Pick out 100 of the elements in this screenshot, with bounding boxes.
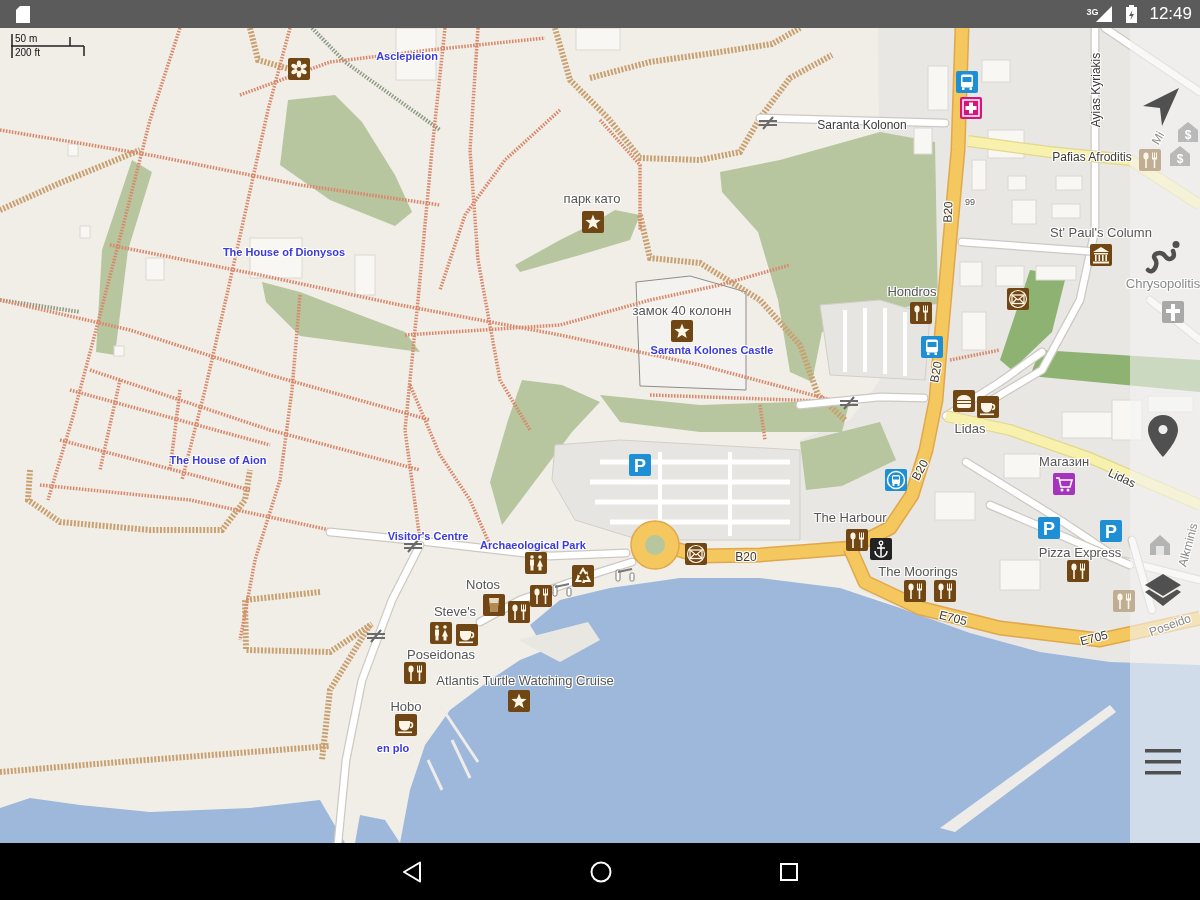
poi-label: The Harbour [813,510,887,524]
place-label: Saranta Kolones Castle [650,344,774,356]
building [113,345,125,357]
menu-button[interactable] [1145,749,1181,775]
envelope-icon[interactable] [1007,288,1029,310]
road-label: Lidas [1106,466,1138,490]
cutlery-icon[interactable] [934,580,956,602]
poi-label: замок 40 колонн [632,303,732,317]
bank-sign[interactable]: $ [1170,146,1190,166]
poi-label: Chrysopolitis [1125,276,1200,290]
scale-label: 50 m [15,34,38,44]
cup-icon[interactable] [977,396,999,418]
cutlery-icon[interactable] [904,580,926,602]
anchor-icon[interactable] [870,538,892,560]
clock-time: 12:49 [1149,4,1192,24]
envelope-icon[interactable] [685,543,707,565]
roundabout [630,520,680,570]
location-button[interactable] [1148,415,1178,457]
cup-icon[interactable] [456,624,478,646]
cutlery-icon[interactable] [530,585,552,607]
home-button[interactable] [590,860,612,883]
poi-label: The Moorings [878,564,958,578]
crossing-icon[interactable] [758,116,778,130]
building [1051,203,1081,219]
place-label: The House of Dionysos [222,246,346,258]
crossing-icon[interactable] [403,539,423,553]
building [927,65,949,111]
signal-icon [1096,6,1113,22]
building [999,559,1041,591]
poi-label: Hondros [887,284,937,298]
cutlery-icon[interactable] [508,601,530,623]
recents-icon [780,862,798,881]
bus-icon[interactable] [956,71,978,93]
road-label: B20 [941,201,955,223]
road-label: B20 [909,457,931,483]
road-label: Ayias Kyriakis [1090,52,1102,128]
road-label: E705 [937,608,969,628]
barrier-icon[interactable] [615,568,635,582]
poi-label: Pizza Express [1038,545,1122,559]
building [913,127,933,155]
route-icon [1145,240,1181,276]
poi-label: Hobo [390,699,422,713]
building [961,311,987,351]
poi-label: Steve's [433,604,477,618]
building [1035,265,1077,281]
building [67,143,79,157]
barrier-icon[interactable] [552,583,572,597]
cup-icon[interactable] [395,714,417,736]
crossing-icon[interactable] [839,396,859,410]
toilets-icon[interactable] [525,552,547,574]
cart-icon[interactable] [1053,473,1075,495]
place-label: en plo [376,742,410,754]
building [145,257,165,281]
building [1011,199,1037,225]
toilets-icon[interactable] [430,622,452,644]
back-button[interactable] [402,860,422,883]
place-label: Asclepieion [376,50,438,62]
columns-icon[interactable] [1090,244,1112,266]
network-type: 3G [1086,7,1099,17]
cutlery-icon[interactable] [910,302,932,324]
poi-label: Магазин [1038,454,1090,468]
cutlery-icon[interactable] [404,662,426,684]
layers-button[interactable] [1145,574,1181,606]
building [354,254,376,296]
recycle-icon[interactable] [572,565,594,587]
cutlery-icon[interactable] [1067,560,1089,582]
bus-icon[interactable] [921,336,943,358]
glass-icon[interactable] [483,594,505,616]
bus-stop-icon[interactable] [885,469,907,491]
place-label: The House of Aion [169,454,267,466]
home-icon [590,860,612,883]
burger-icon[interactable] [953,390,975,412]
parking-sign[interactable]: P [1038,517,1060,539]
building [1055,175,1083,191]
building [995,265,1025,287]
road-label: B20 [928,360,944,384]
bank-sign[interactable]: $ [1178,122,1198,142]
scale-label: 200 ft [15,48,41,58]
place-label: Visitor's Centre [387,530,469,542]
road-label: Alkminis [1176,521,1200,569]
recents-button[interactable] [780,862,798,881]
cutlery-icon[interactable] [846,529,868,551]
parking-sign[interactable]: P [1100,520,1122,542]
flower-icon[interactable] [288,58,310,80]
building [959,261,983,287]
parking-sign[interactable]: P [629,454,651,476]
road-label: Mi [1149,129,1167,147]
crossing-icon[interactable] [366,629,386,643]
navigation-button[interactable] [1143,88,1179,126]
sd-card-icon [16,5,30,23]
building [1003,453,1041,479]
road [1145,295,1200,345]
house-number: 99 [965,197,975,207]
road-label: B20 [735,551,757,563]
medical-cross-icon[interactable] [960,97,982,119]
place-label: Archaeological Park [480,539,586,551]
layers-icon [1145,574,1181,606]
building [981,59,1011,83]
route-button[interactable] [1145,240,1181,276]
map-pin-icon [1148,415,1178,457]
